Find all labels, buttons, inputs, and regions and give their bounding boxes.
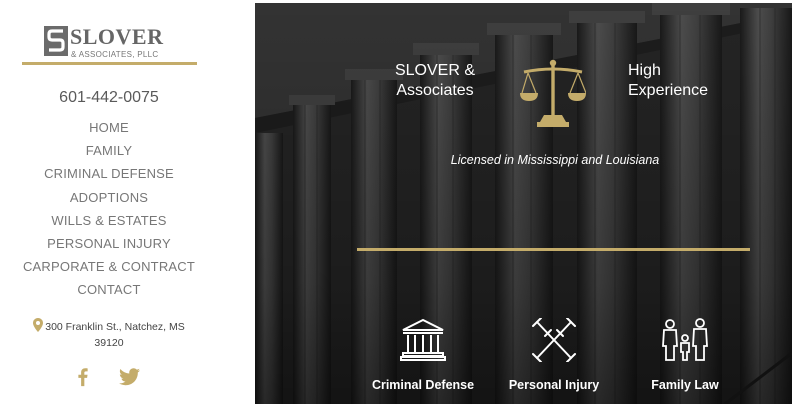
brand-tagline: High Experience: [628, 61, 748, 101]
practice-label: Criminal Defense: [371, 378, 475, 392]
courthouse-icon: [400, 318, 446, 361]
facebook-icon[interactable]: [77, 367, 88, 387]
scales-of-justice-icon: [520, 59, 586, 127]
address: 300 Franklin St., Natchez, MS 39120: [20, 318, 198, 351]
brand-tagline-line-1: High: [628, 62, 661, 79]
nav-item-family: FAMILY: [0, 142, 218, 165]
nav-item-criminal-defense: CRIMINAL DEFENSE: [0, 165, 218, 188]
address-line-1: 300 Franklin St., Natchez, MS: [45, 321, 185, 333]
brand-tagline-line-2: Experience: [628, 82, 709, 99]
nav-link-corporate-contract[interactable]: CARPORATE & CONTRACT: [23, 259, 195, 274]
logo-name: SLOVER: [70, 24, 164, 49]
nav-item-contact: CONTACT: [0, 281, 218, 304]
brand-name: SLOVER & Associates: [380, 61, 490, 101]
hero-divider: [357, 248, 750, 251]
nav-link-family[interactable]: FAMILY: [86, 143, 132, 158]
logo-divider: [22, 62, 197, 65]
practice-label: Personal Injury: [508, 378, 600, 392]
brand-name-line-2: Associates: [396, 82, 474, 99]
location-pin-icon: [33, 318, 44, 332]
practice-personal-injury[interactable]: Personal Injury: [494, 318, 614, 392]
practice-family-law[interactable]: Family Law: [625, 318, 745, 392]
social-links: [0, 367, 218, 389]
crutches-icon: [532, 318, 576, 362]
practice-criminal-defense[interactable]: Criminal Defense: [363, 318, 483, 392]
nav-item-corporate-contract: CARPORATE & CONTRACT: [0, 258, 218, 281]
nav-link-home[interactable]: HOME: [89, 120, 129, 135]
nav-link-adoptions[interactable]: ADOPTIONS: [70, 190, 148, 205]
twitter-icon[interactable]: [119, 368, 140, 386]
nav-item-wills-estates: WILLS & ESTATES: [0, 212, 218, 235]
hero-banner: SLOVER & Associates High Experience Lice…: [255, 3, 792, 404]
phone-number[interactable]: 601-442-0075: [0, 89, 218, 107]
nav-link-contact[interactable]: CONTACT: [77, 282, 140, 297]
nav-item-adoptions: ADOPTIONS: [0, 189, 218, 212]
practice-label: Family Law: [651, 378, 719, 392]
nav-item-home: HOME: [0, 119, 218, 142]
logo-subtitle: & ASSOCIATES, PLLC: [71, 50, 159, 59]
address-line-2: 39120: [94, 337, 124, 349]
nav-link-personal-injury[interactable]: PERSONAL INJURY: [47, 236, 171, 251]
logo[interactable]: SLOVER & ASSOCIATES, PLLC: [44, 22, 180, 64]
nav-link-wills-estates[interactable]: WILLS & ESTATES: [51, 213, 166, 228]
sidebar: SLOVER & ASSOCIATES, PLLC 601-442-0075 H…: [0, 0, 218, 405]
nav-link-criminal-defense[interactable]: CRIMINAL DEFENSE: [44, 166, 174, 181]
logo-mark-icon: [44, 26, 68, 56]
brand-name-line-1: SLOVER &: [394, 62, 476, 79]
license-tagline: Licensed in Mississippi and Louisiana: [450, 153, 660, 167]
nav-item-personal-injury: PERSONAL INJURY: [0, 235, 218, 258]
family-icon: [662, 318, 708, 361]
main-nav: HOME FAMILY CRIMINAL DEFENSE ADOPTIONS W…: [0, 119, 218, 305]
